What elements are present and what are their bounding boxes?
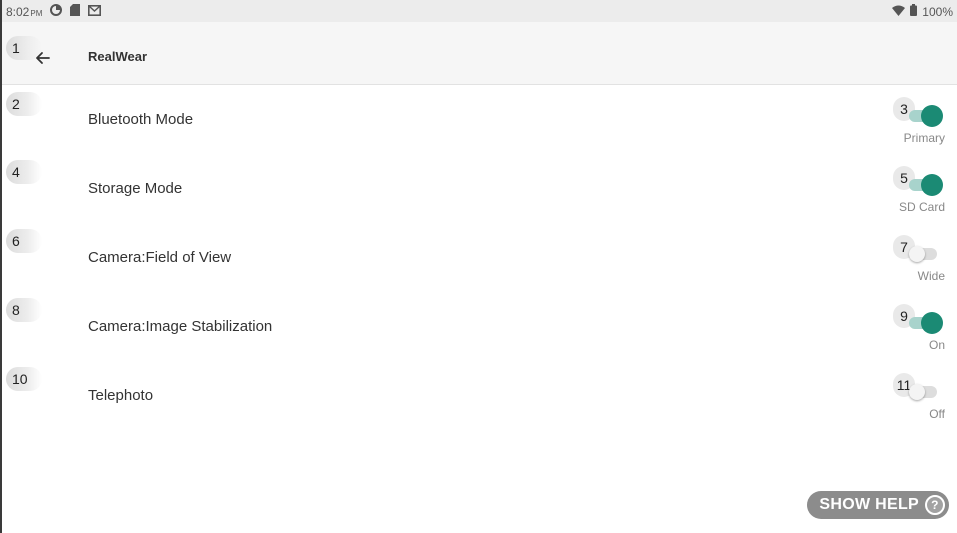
app-bar: 1 RealWear [2,22,957,85]
app-title: RealWear [88,49,148,64]
battery-level: 100% [922,4,953,19]
battery-icon [910,4,918,19]
status-time-value: 8:02 [6,4,30,19]
screen: 8:02PM 100% 1 RealWear 2 Bluetooth Mode … [0,0,957,533]
setting-label[interactable]: Storage Mode [88,180,182,197]
switch-value: SD Card [898,200,945,214]
back-arrow-icon [36,52,50,64]
status-bar: 8:02PM 100% [2,0,957,22]
setting-label[interactable]: Telephoto [88,387,153,404]
back-button[interactable] [30,45,54,69]
switch-thumb [909,384,925,400]
status-right: 100% [892,4,953,19]
switch-thumb [909,246,925,262]
help-question-icon: ? [925,495,945,515]
show-help-label: SHOW HELP [819,496,919,513]
sync-icon [50,4,63,19]
mail-icon [88,4,102,19]
setting-label[interactable]: Camera:Field of View [88,249,231,266]
row-number-badge: 10 [6,367,42,391]
image-stabilization-switch[interactable]: 9 On [885,304,945,354]
setting-label[interactable]: Bluetooth Mode [88,111,193,128]
switch-thumb [921,105,943,127]
storage-mode-switch[interactable]: 5 SD Card [885,166,945,216]
row-number-badge: 4 [6,160,42,184]
switch-value: On [928,338,945,352]
bluetooth-mode-switch[interactable]: 3 Primary [885,97,945,147]
row-number-badge: 8 [6,298,42,322]
switch-thumb [921,174,943,196]
row-number-badge: 2 [6,92,42,116]
status-left: 8:02PM [6,4,102,19]
row-number-badge: 6 [6,229,42,253]
switch-value: Primary [903,131,945,145]
switch-thumb [921,312,943,334]
sd-card-icon [70,4,81,19]
field-of-view-switch[interactable]: 7 Wide [885,235,945,285]
wifi-icon [892,5,906,19]
status-time: 8:02PM [6,5,42,19]
status-time-meridiem: PM [30,8,43,18]
show-help-button[interactable]: SHOW HELP ? [807,491,949,519]
setting-label[interactable]: Camera:Image Stabilization [88,318,272,335]
switch-value: Off [929,407,945,421]
switch-value: Wide [917,269,945,283]
telephoto-switch[interactable]: 11 Off [885,373,945,423]
